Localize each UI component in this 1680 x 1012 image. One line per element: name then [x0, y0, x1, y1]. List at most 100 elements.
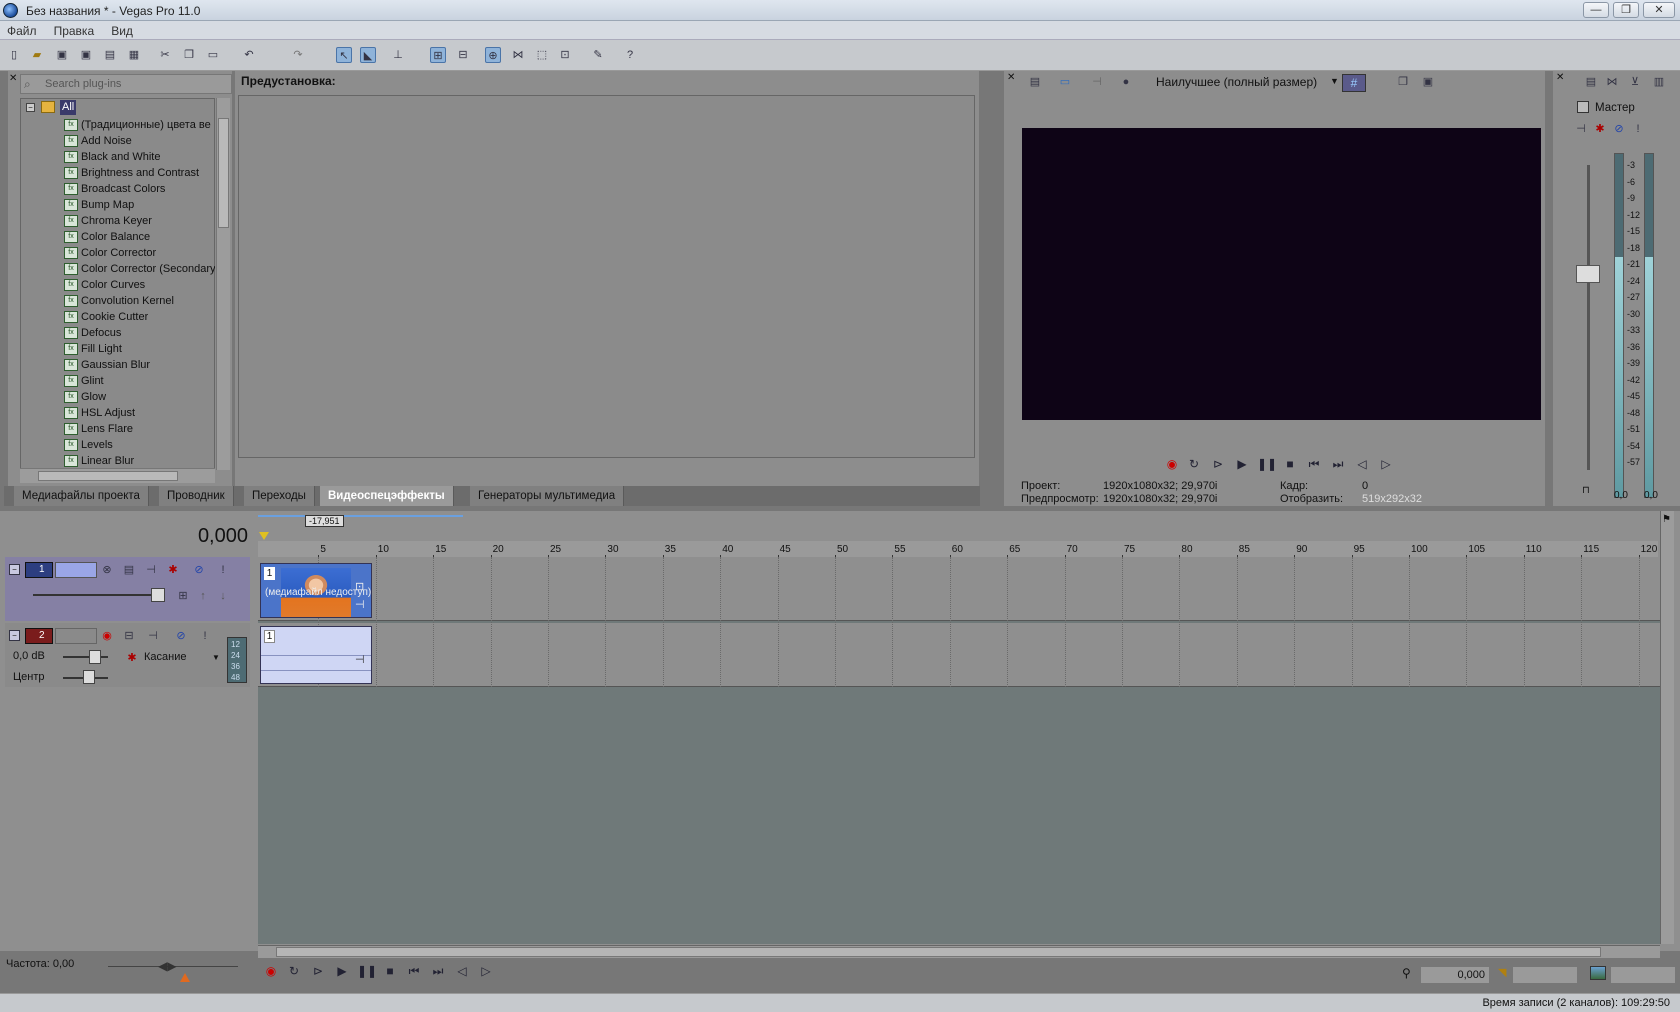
open-icon[interactable]: ▰	[29, 47, 45, 63]
external-monitor-icon[interactable]: ▭	[1057, 74, 1073, 90]
next-frame-icon[interactable]: ▷	[1377, 455, 1395, 473]
video-track-lane[interactable]	[258, 557, 1660, 621]
help-icon[interactable]: ✎	[590, 47, 606, 63]
whats-this-icon[interactable]: ?	[622, 47, 638, 63]
audio-event[interactable]: 1 ⊣	[260, 626, 372, 684]
restore-button[interactable]: ❐	[1613, 2, 1639, 18]
volume-slider-track[interactable]	[63, 656, 108, 658]
plugin-item[interactable]: Levels	[81, 437, 113, 453]
rate-slider-knob[interactable]: ◀▶	[158, 959, 176, 973]
properties-icon[interactable]: ▦	[126, 47, 142, 63]
plugin-item[interactable]: HSL Adjust	[81, 405, 135, 421]
tree-root-all[interactable]: All	[60, 100, 77, 115]
master-properties-icon[interactable]: ▤	[1583, 74, 1599, 90]
mixer-icon[interactable]: ▥	[1651, 74, 1667, 90]
audio-track-header[interactable]: − 2 ◉ ⊟ ⊣ ⊘ ! 0,0 dB ✱ Касание ▼ Центр 1…	[5, 623, 250, 687]
tab-video-fx[interactable]: Видеоспецэффекты	[320, 486, 454, 506]
plugin-item[interactable]: Brightness and Contrast	[81, 165, 199, 181]
overlays-grid-icon[interactable]: #	[1342, 74, 1366, 92]
automation-icon[interactable]: ⊞	[175, 588, 191, 604]
selection-length-box[interactable]	[1610, 966, 1676, 984]
copy-icon[interactable]: ❐	[181, 47, 197, 63]
undo-icon[interactable]: ↶	[241, 47, 257, 63]
plugin-horizontal-scrollbar[interactable]	[20, 468, 215, 483]
arm-record-icon[interactable]: ◉	[99, 628, 115, 644]
pan-slider-knob[interactable]	[83, 670, 95, 684]
fader-lock-icon[interactable]: ⊓	[1582, 485, 1590, 496]
invert-phase-icon[interactable]: ⊟	[121, 628, 137, 644]
prev-frame-icon[interactable]: ◁	[453, 962, 471, 980]
stop-icon[interactable]: ■	[381, 962, 399, 980]
plugin-item[interactable]: Black and White	[81, 149, 160, 165]
new-project-icon[interactable]: ▯	[6, 47, 22, 63]
go-to-end-icon[interactable]: ⏭	[429, 962, 447, 980]
master-fader-knob[interactable]	[1576, 265, 1600, 283]
go-to-start-icon[interactable]: ⏮	[1305, 455, 1323, 473]
close-pane-icon[interactable]: ✕	[9, 73, 17, 84]
level-slider-track[interactable]	[33, 594, 158, 596]
save-icon[interactable]: ▣	[54, 47, 70, 63]
event-fx-icon[interactable]: ⊣	[355, 598, 365, 611]
preview-fx-icon[interactable]: ●	[1118, 74, 1134, 90]
marker-flag-icon[interactable]: ⚑	[1662, 514, 1671, 525]
loop-start-marker-icon[interactable]	[259, 532, 269, 540]
go-to-start-icon[interactable]: ⏮	[405, 962, 423, 980]
close-preview-icon[interactable]: ✕	[1007, 72, 1015, 83]
plugin-item[interactable]: Add Noise	[81, 133, 132, 149]
plugin-item[interactable]: (Традиционные) цвета ве	[81, 117, 211, 133]
cursor-position-value[interactable]: 0,000	[1420, 966, 1490, 984]
normal-edit-tool-icon[interactable]: ↖	[336, 47, 352, 63]
mute-icon[interactable]: ⊘	[173, 628, 189, 644]
copy-snapshot-icon[interactable]: ❐	[1395, 74, 1411, 90]
close-button[interactable]: ✕	[1643, 2, 1675, 18]
record-icon[interactable]: ◉	[1163, 455, 1181, 473]
render-icon[interactable]: ▤	[102, 47, 118, 63]
go-to-end-icon[interactable]: ⏭	[1329, 455, 1347, 473]
video-event[interactable]: 1 (медиафайл недоступ) ⊣ ⊡	[260, 563, 372, 618]
plugin-item[interactable]: Color Corrector	[81, 245, 156, 261]
master-mute-icon[interactable]: ⊘	[1611, 121, 1627, 137]
redo-icon[interactable]: ↷	[290, 47, 306, 63]
crossfade-icon[interactable]: ⋈	[510, 47, 526, 63]
track-fx-icon[interactable]: ✱	[165, 562, 181, 578]
envelope-tool-icon[interactable]: ◣	[360, 47, 376, 63]
pause-icon[interactable]: ❚❚	[357, 962, 377, 980]
audio-track-lane[interactable]	[258, 623, 1660, 687]
plugin-item[interactable]: Color Balance	[81, 229, 150, 245]
play-icon[interactable]: ▶	[1233, 455, 1251, 473]
plugin-item[interactable]: Linear Blur	[81, 453, 134, 469]
mute-icon[interactable]: ⊘	[191, 562, 207, 578]
move-down-icon[interactable]: ↓	[215, 588, 231, 604]
plugin-item[interactable]: Cookie Cutter	[81, 309, 148, 325]
selection-start-box[interactable]	[1512, 966, 1578, 984]
search-plugins-input[interactable]: Search plug-ins	[20, 74, 232, 94]
plugin-vertical-scrollbar[interactable]	[216, 98, 230, 470]
tab-transitions[interactable]: Переходы	[244, 486, 315, 506]
master-fader-track[interactable]	[1587, 165, 1590, 470]
plugin-item[interactable]: Glow	[81, 389, 106, 405]
preview-quality-dropdown[interactable]: Наилучшее (полный размер)	[1156, 75, 1317, 89]
solo-icon[interactable]: !	[215, 562, 231, 578]
marker-bar[interactable]	[258, 515, 463, 517]
prev-frame-icon[interactable]: ◁	[1353, 455, 1371, 473]
ignore-grouping-icon[interactable]: ⊕	[485, 47, 501, 63]
compositing-mode-icon[interactable]: ⊣	[143, 562, 159, 578]
menu-file[interactable]: Файл	[0, 21, 44, 38]
parent-motion-icon[interactable]: ⊗	[99, 562, 115, 578]
scroll-thumb[interactable]	[218, 118, 229, 228]
loop-icon[interactable]: ↻	[1185, 455, 1203, 473]
master-insert-icon[interactable]: ⊣	[1573, 121, 1589, 137]
downmix-icon[interactable]: ⋈	[1604, 74, 1620, 90]
next-frame-icon[interactable]: ▷	[477, 962, 495, 980]
save-as-icon[interactable]: ▣	[78, 47, 94, 63]
play-icon[interactable]: ▶	[333, 962, 351, 980]
plugin-item[interactable]: Color Corrector (Secondary	[81, 261, 215, 277]
pause-icon[interactable]: ❚❚	[1257, 455, 1277, 473]
lock-envelopes-icon[interactable]: ⊟	[455, 47, 471, 63]
selection-tool-icon[interactable]: ⬚	[534, 47, 550, 63]
collapse-icon[interactable]: −	[26, 103, 35, 112]
plugin-item[interactable]: Glint	[81, 373, 104, 389]
play-from-start-icon[interactable]: ⊳	[1209, 455, 1227, 473]
event-pan-crop-icon[interactable]: ⊡	[355, 580, 364, 593]
dim-output-icon[interactable]: ⊻	[1627, 74, 1643, 90]
